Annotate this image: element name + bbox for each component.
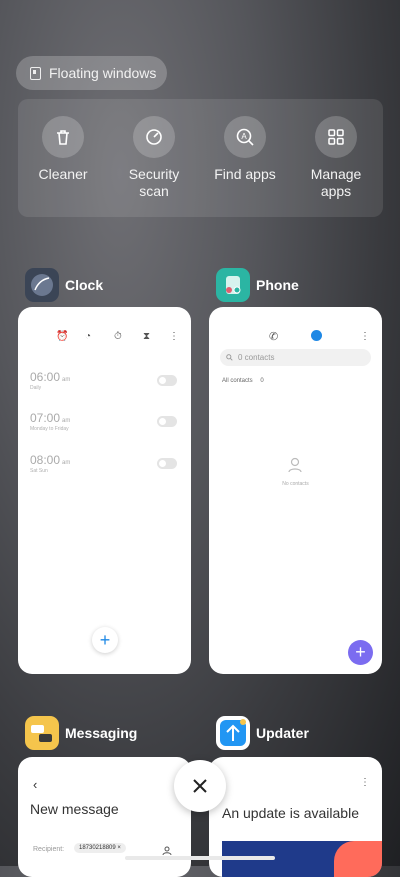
alarm-time: 07:00	[30, 411, 61, 425]
security-scan-button[interactable]: Security scan	[109, 116, 199, 200]
messaging-app-icon	[25, 716, 59, 750]
timer-tab-icon[interactable]: ⧗	[143, 331, 150, 342]
messaging-app-header[interactable]: Messaging	[25, 716, 137, 750]
alarm-repeat: Monday to Friday	[30, 426, 69, 432]
grid-icon	[315, 116, 357, 158]
phone-app-name: Phone	[256, 277, 299, 293]
find-apps-icon: A	[224, 116, 266, 158]
quick-tools-panel: Cleaner Security scan A Find apps Manage…	[18, 99, 383, 217]
alarm-ampm: am	[62, 377, 71, 383]
alarm-toggle[interactable]	[157, 458, 177, 469]
clock-app-header[interactable]: Clock	[25, 268, 103, 302]
more-menu-icon[interactable]: ⋮	[360, 777, 370, 788]
manage-apps-label: Manage apps	[310, 166, 362, 199]
update-available-title: An update is available	[222, 805, 359, 821]
no-contacts-label: No contacts	[282, 481, 309, 487]
cleaner-label: Cleaner	[38, 166, 88, 182]
alarm-time: 08:00	[30, 453, 61, 467]
alarm-toggle[interactable]	[157, 416, 177, 427]
phone-app-icon	[216, 268, 250, 302]
alarm-repeat: Daily	[30, 385, 42, 391]
updater-app-header[interactable]: Updater	[216, 716, 309, 750]
phone-app-card[interactable]: ✆ ⋮ 0 contacts All contacts 0 No contact…	[209, 307, 382, 674]
recipient-label: Recipient:	[33, 846, 65, 853]
add-contact-button[interactable]: +	[348, 640, 373, 665]
call-log-tab-icon[interactable]: ✆	[269, 330, 278, 343]
security-scan-label: Security scan	[128, 166, 180, 199]
clock-app-card[interactable]: ⏰ ◔ ⏱ ⧗ ⋮ 06:00 am Daily 07:00 am Monday t…	[18, 307, 191, 674]
updater-app-name: Updater	[256, 725, 309, 741]
floating-windows-label: Floating windows	[49, 65, 157, 81]
alarm-item[interactable]: 06:00 am Daily	[30, 370, 70, 391]
find-apps-label: Find apps	[214, 166, 276, 182]
stopwatch-tab-icon[interactable]: ⏱	[114, 331, 122, 342]
all-contacts-count: 0	[260, 378, 264, 384]
cleaner-button[interactable]: Cleaner	[18, 116, 108, 183]
alarm-toggle[interactable]	[157, 375, 177, 386]
all-contacts-row[interactable]: All contacts 0	[222, 378, 264, 384]
add-alarm-button[interactable]: +	[92, 627, 118, 653]
svg-text:A: A	[241, 132, 247, 141]
world-clock-tab-icon[interactable]: ◔	[85, 331, 91, 342]
person-icon	[287, 457, 303, 478]
contacts-tab-icon[interactable]	[311, 330, 322, 341]
more-menu-icon[interactable]: ⋮	[360, 331, 370, 342]
trash-icon	[42, 116, 84, 158]
alarm-item[interactable]: 08:00 am Sat Sun	[30, 453, 70, 474]
floating-window-icon	[30, 66, 41, 80]
contacts-search-input[interactable]: 0 contacts	[220, 349, 371, 366]
updater-app-icon	[216, 716, 250, 750]
new-message-title: New message	[30, 801, 119, 817]
recipient-value: 18730218809	[79, 845, 116, 851]
all-contacts-label: All contacts	[222, 378, 253, 384]
recipient-chip[interactable]: 18730218809 ×	[74, 843, 126, 853]
clock-app-icon	[25, 268, 59, 302]
alarm-repeat: Sat Sun	[30, 468, 48, 474]
search-icon	[226, 354, 233, 361]
alarm-item[interactable]: 07:00 am Monday to Friday	[30, 411, 70, 432]
home-indicator[interactable]	[125, 856, 275, 860]
messaging-app-name: Messaging	[65, 725, 138, 741]
phone-app-header[interactable]: Phone	[216, 268, 299, 302]
close-all-button[interactable]	[174, 760, 226, 812]
search-placeholder: 0 contacts	[238, 353, 275, 362]
clock-app-name: Clock	[65, 277, 104, 293]
floating-windows-button[interactable]: Floating windows	[16, 56, 167, 90]
back-arrow-icon[interactable]: ‹	[33, 777, 37, 792]
alarm-tab-icon[interactable]: ⏰	[56, 331, 68, 342]
manage-apps-button[interactable]: Manage apps	[291, 116, 381, 200]
find-apps-button[interactable]: A Find apps	[200, 116, 290, 183]
close-icon	[193, 779, 207, 793]
security-gauge-icon	[133, 116, 175, 158]
more-menu-icon[interactable]: ⋮	[169, 331, 179, 342]
alarm-ampm: am	[62, 460, 71, 466]
alarm-time: 06:00	[30, 370, 61, 384]
alarm-ampm: am	[62, 418, 71, 424]
